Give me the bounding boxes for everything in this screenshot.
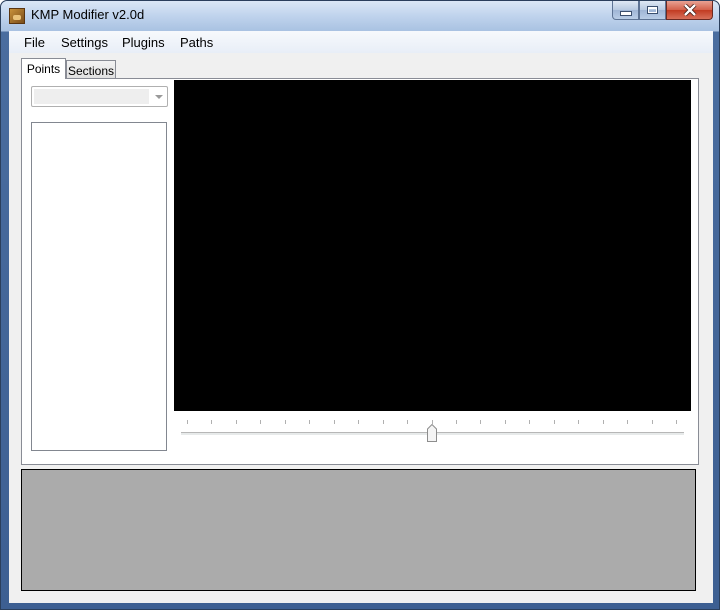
trackbar-tick xyxy=(333,420,335,424)
close-button[interactable] xyxy=(666,1,713,20)
maximize-button[interactable] xyxy=(639,1,666,20)
point-type-combobox[interactable] xyxy=(31,86,168,107)
trackbar-tick xyxy=(407,420,409,424)
tab-points[interactable]: Points xyxy=(21,58,66,79)
trackbar-tick xyxy=(455,420,457,424)
close-icon xyxy=(683,4,696,16)
chevron-down-icon[interactable] xyxy=(155,95,163,99)
client-area: File Settings Plugins Paths Points Secti… xyxy=(9,31,713,603)
trackbar-tick xyxy=(578,420,580,424)
menu-paths[interactable]: Paths xyxy=(180,35,213,50)
trackbar-tick xyxy=(358,420,360,424)
trackbar-tick xyxy=(504,420,506,424)
title-bar[interactable]: KMP Modifier v2.0d xyxy=(1,1,719,31)
trackbar-tick xyxy=(431,420,433,424)
trackbar-thumb[interactable] xyxy=(426,423,437,442)
menu-bar: File Settings Plugins Paths xyxy=(9,31,713,53)
trackbar-tick xyxy=(553,420,555,424)
trackbar-tick xyxy=(187,420,188,424)
trackbar-tick xyxy=(260,420,262,424)
zoom-trackbar[interactable] xyxy=(181,415,684,445)
minimize-icon xyxy=(619,10,632,16)
app-window: KMP Modifier v2.0d File Settings Plugins… xyxy=(0,0,720,610)
3d-viewport[interactable] xyxy=(174,80,691,411)
trackbar-tick xyxy=(627,420,629,424)
combobox-field xyxy=(34,89,149,104)
maximize-icon xyxy=(647,6,658,14)
trackbar-tick xyxy=(382,420,384,424)
points-listbox[interactable] xyxy=(31,122,167,451)
app-icon[interactable] xyxy=(9,8,25,24)
menu-file[interactable]: File xyxy=(24,35,45,50)
trackbar-tick xyxy=(529,420,531,424)
minimize-button[interactable] xyxy=(612,1,639,20)
trackbar-tick xyxy=(211,420,213,424)
caption-buttons xyxy=(612,1,713,21)
menu-settings[interactable]: Settings xyxy=(61,35,108,50)
slider-thumb-icon xyxy=(426,423,437,442)
trackbar-tick xyxy=(284,420,286,424)
window-title: KMP Modifier v2.0d xyxy=(31,7,145,22)
trackbar-tick xyxy=(235,420,237,424)
menu-plugins[interactable]: Plugins xyxy=(122,35,165,50)
info-panel xyxy=(21,469,696,591)
trackbar-tick xyxy=(676,420,677,424)
trackbar-tick xyxy=(651,420,653,424)
trackbar-tick xyxy=(480,420,482,424)
tab-sections[interactable]: Sections xyxy=(66,60,116,78)
trackbar-tick xyxy=(309,420,311,424)
trackbar-tick xyxy=(602,420,604,424)
